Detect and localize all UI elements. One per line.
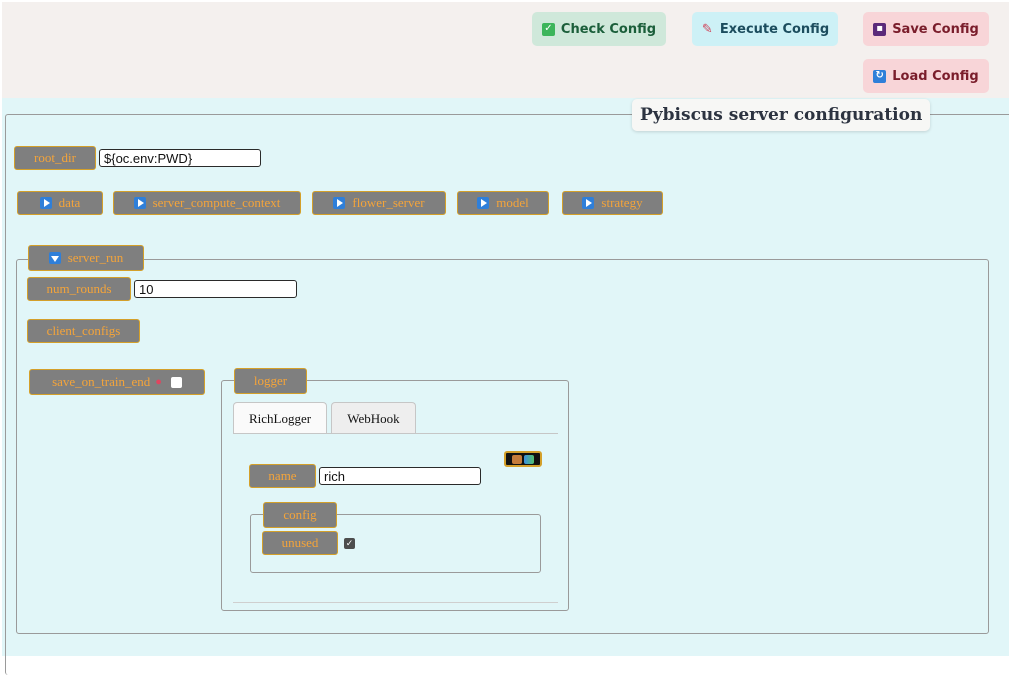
- check-config-label: Check Config: [560, 21, 657, 37]
- root-dir-input[interactable]: [99, 149, 261, 167]
- package-icon: [512, 454, 522, 464]
- section-label: flower_server: [352, 195, 425, 210]
- server-run-toggle[interactable]: server_run: [28, 245, 144, 271]
- save-on-train-end-text: save_on_train_end: [52, 374, 151, 389]
- unused-label: unused: [262, 531, 338, 555]
- section-label: server_compute_context: [152, 195, 281, 210]
- section-data-button[interactable]: data: [17, 191, 103, 215]
- top-toolbar: ✓ Check Config ✎ Execute Config ▪ Save C…: [2, 2, 1009, 98]
- section-label: data: [58, 195, 81, 210]
- blocks-icon: [524, 454, 534, 464]
- expand-icon: [133, 197, 146, 209]
- config-label: config: [263, 502, 337, 528]
- expand-icon: [477, 197, 490, 209]
- expand-icon: [39, 197, 52, 209]
- expand-icon: [333, 197, 346, 209]
- tab-bottom-divider: [233, 602, 558, 603]
- name-label: name: [249, 464, 316, 488]
- section-model-button[interactable]: model: [457, 191, 549, 215]
- save-config-button[interactable]: ▪ Save Config: [863, 12, 989, 46]
- tab-webhook[interactable]: WebHook: [331, 402, 416, 434]
- check-icon: ✓: [541, 22, 555, 36]
- root-dir-label: root_dir: [14, 146, 96, 170]
- section-strategy-button[interactable]: strategy: [562, 191, 663, 215]
- section-label: strategy: [601, 195, 643, 210]
- tab-divider: [233, 433, 558, 434]
- floppy-icon: ▪: [873, 22, 887, 36]
- component-selector-button[interactable]: [504, 451, 542, 467]
- config-panel: Pybiscus server configuration root_dir d…: [2, 98, 1009, 675]
- logger-label: logger: [234, 368, 307, 394]
- expand-icon: [582, 197, 595, 209]
- pin-icon: ●: [155, 376, 162, 388]
- save-config-label: Save Config: [892, 21, 979, 37]
- load-config-label: Load Config: [892, 68, 979, 84]
- reload-icon: ↻: [873, 69, 887, 83]
- save-on-train-end-checkbox[interactable]: [170, 376, 182, 388]
- save-on-train-end-label: save_on_train_end ●: [29, 369, 205, 395]
- tab-richlogger[interactable]: RichLogger: [233, 402, 327, 434]
- num-rounds-input[interactable]: [134, 280, 297, 298]
- section-label: model: [496, 195, 529, 210]
- client-configs-button[interactable]: client_configs: [27, 319, 140, 343]
- num-rounds-label: num_rounds: [27, 277, 131, 301]
- syringe-icon: ✎: [701, 21, 713, 37]
- name-input[interactable]: [319, 467, 481, 485]
- collapse-icon: [48, 252, 61, 264]
- server-run-label: server_run: [67, 250, 124, 265]
- execute-config-button[interactable]: ✎ Execute Config: [692, 12, 838, 46]
- panel-title: Pybiscus server configuration: [632, 99, 931, 131]
- section-server-compute-context-button[interactable]: server_compute_context: [113, 191, 301, 215]
- load-config-button[interactable]: ↻ Load Config: [863, 59, 989, 93]
- execute-config-label: Execute Config: [719, 21, 830, 37]
- check-config-button[interactable]: ✓ Check Config: [532, 12, 666, 46]
- unused-checkbox[interactable]: ✓: [344, 538, 355, 549]
- section-flower-server-button[interactable]: flower_server: [312, 191, 446, 215]
